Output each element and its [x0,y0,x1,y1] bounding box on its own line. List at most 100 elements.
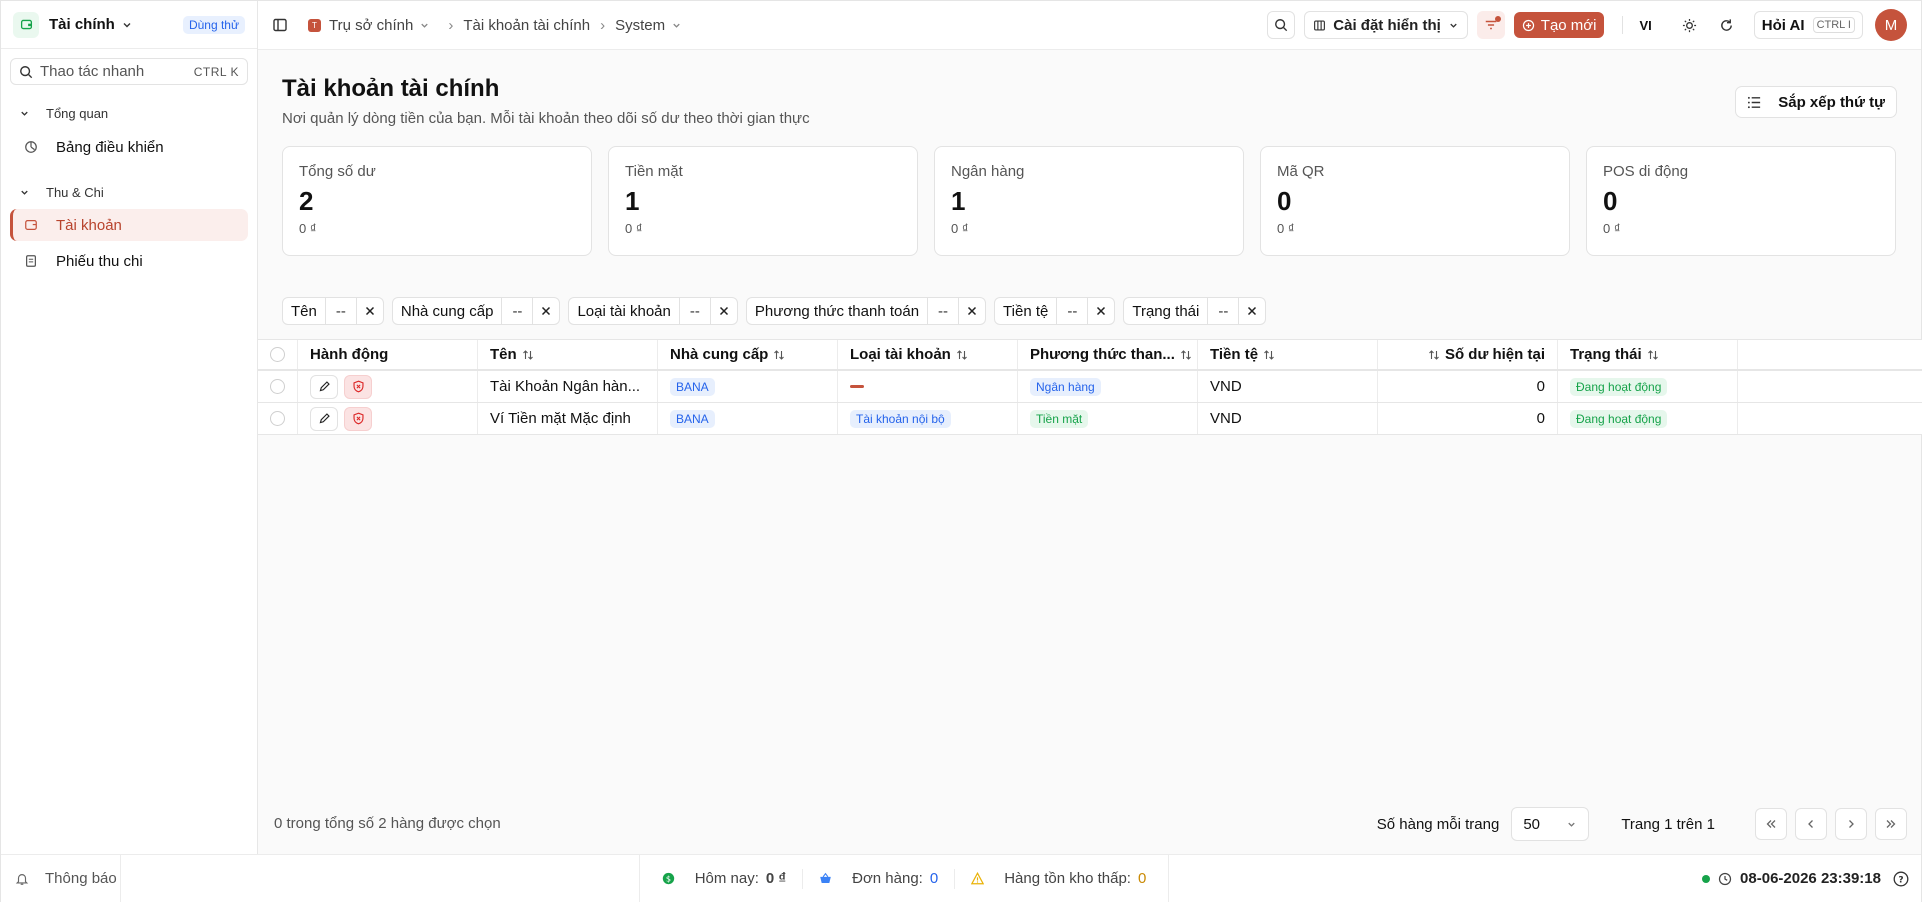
sidebar-item-accounts[interactable]: Tài khoản [10,209,248,241]
pencil-icon [318,412,331,425]
nav-group-overview[interactable]: Tổng quan [1,103,257,123]
cell-name[interactable]: Tài Khoản Ngân hàn... [478,371,658,402]
next-page-button[interactable] [1835,808,1867,840]
sort-icon[interactable] [1428,349,1440,361]
filter-chip-name[interactable]: Tên -- [282,297,384,325]
breadcrumb-org[interactable]: Trụ sở chính [329,17,413,34]
row-actions [298,371,478,402]
filter-chip-account-type[interactable]: Loại tài khoản -- [568,297,738,325]
select-all-checkbox[interactable] [270,347,285,362]
notifications-button[interactable]: Thông báo [1,855,121,902]
table-row[interactable]: Tài Khoản Ngân hàn... BANA Ngân hàng VND… [258,371,1922,403]
column-header-balance[interactable]: Số dư hiện tại [1378,340,1558,369]
provider-badge: BANA [670,409,715,428]
chevron-down-icon[interactable] [419,20,430,31]
rows-per-page-select[interactable]: 50 [1511,807,1590,841]
sidebar-toggle-icon[interactable] [272,17,288,33]
notifications-label: Thông báo [45,870,117,887]
main-content: Tài khoản tài chính Nơi quản lý dòng tiề… [258,50,1922,854]
chevron-down-icon[interactable] [671,20,682,31]
sort-icon[interactable] [1647,349,1659,361]
card-amount: 0 ₫ [951,221,969,236]
theme-toggle-icon[interactable] [1682,18,1697,33]
last-page-button[interactable] [1875,808,1907,840]
summary-card-total: Tổng số dư 2 0 ₫ [282,146,592,256]
filter-chip-provider[interactable]: Nhà cung cấp -- [391,297,561,325]
card-value: 1 [951,186,966,216]
filter-value[interactable]: -- [1056,298,1089,324]
sort-icon[interactable] [956,349,968,361]
refresh-icon[interactable] [1719,18,1734,33]
breadcrumb-page[interactable]: Tài khoản tài chính [463,17,590,34]
close-icon[interactable] [711,298,737,324]
column-header-account-type[interactable]: Loại tài khoản [838,340,1018,369]
sort-icon[interactable] [1263,349,1275,361]
chevron-right-icon [1845,818,1857,830]
card-label: Mã QR [1277,163,1325,180]
sort-icon[interactable] [1180,349,1192,361]
deactivate-button[interactable] [344,374,372,399]
card-value: 0 [1603,186,1618,216]
column-header-status[interactable]: Trạng thái [1558,340,1738,369]
org-logo-icon: T [308,18,321,32]
selection-count: 0 trong tổng số 2 hàng được chọn [274,815,501,832]
filter-value[interactable]: -- [1207,298,1240,324]
help-icon[interactable]: ? [1893,871,1909,887]
topbar: T Trụ sở chính › Tài khoản tài chính › S… [258,1,1921,50]
create-new-button[interactable]: Tạo mới [1513,12,1605,38]
language-switch[interactable]: VI [1639,18,1651,33]
column-header-provider[interactable]: Nhà cung cấp [658,340,838,369]
filter-chip-currency[interactable]: Tiền tệ -- [994,297,1116,325]
nav-group-income-expense[interactable]: Thu & Chi [1,182,257,202]
quick-action-search[interactable]: Thao tác nhanh CTRL K [10,58,248,85]
ask-ai-button[interactable]: Hỏi AI CTRL I [1753,11,1863,39]
sidebar-item-vouchers[interactable]: Phiếu thu chi [10,245,248,277]
document-icon [24,254,47,268]
divider [1622,16,1624,34]
deactivate-button[interactable] [344,406,372,431]
filter-value[interactable]: -- [927,298,960,324]
rows-per-page-value: 50 [1523,815,1541,833]
column-header-name[interactable]: Tên [478,340,658,369]
column-header-currency[interactable]: Tiền tệ [1198,340,1378,369]
column-header-payment-method[interactable]: Phương thức than... [1018,340,1198,369]
row-checkbox[interactable] [270,379,285,394]
filter-button[interactable] [1476,11,1505,39]
close-icon[interactable] [959,298,985,324]
close-icon[interactable] [1239,298,1265,324]
sidebar-item-dashboard[interactable]: Bảng điều khiển [10,131,248,163]
edit-button[interactable] [310,374,338,399]
display-settings-button[interactable]: Cài đặt hiển thị [1304,11,1468,39]
avatar[interactable]: M [1875,9,1907,41]
breadcrumb-view[interactable]: System [615,17,665,34]
filter-chip-status[interactable]: Trạng thái -- [1123,297,1267,325]
edit-button[interactable] [310,406,338,431]
search-button[interactable] [1267,11,1296,39]
filter-value[interactable]: -- [324,298,357,324]
quick-action-placeholder: Thao tác nhanh [40,63,145,80]
prev-page-button[interactable] [1795,808,1827,840]
sort-icon[interactable] [522,349,534,361]
stat-label: Đơn hàng: [852,870,923,887]
column-label: Trạng thái [1570,346,1642,363]
pencil-icon [318,380,331,393]
table-row[interactable]: Ví Tiền mặt Mặc định BANA Tài khoản nội … [258,403,1922,435]
card-label: POS di động [1603,163,1689,180]
sidebar-item-label: Bảng điều khiển [56,138,164,156]
stat-value: 0 [929,870,939,887]
filter-chip-payment-method[interactable]: Phương thức thanh toán -- [745,297,987,325]
filter-value[interactable]: -- [501,298,534,324]
app-switcher[interactable]: Tài chính Dùng thử [1,1,257,49]
first-page-button[interactable] [1755,808,1787,840]
row-checkbox[interactable] [270,411,285,426]
filter-value[interactable]: -- [678,298,711,324]
close-icon[interactable] [533,298,559,324]
column-label: Loại tài khoản [850,346,951,363]
row-actions [298,403,478,434]
trial-badge[interactable]: Dùng thử [182,15,245,34]
close-icon[interactable] [1088,298,1114,324]
cell-name[interactable]: Ví Tiền mặt Mặc định [478,403,658,434]
close-icon[interactable] [357,298,383,324]
sort-order-button[interactable]: Sắp xếp thứ tự [1735,86,1897,118]
sort-icon[interactable] [773,349,785,361]
